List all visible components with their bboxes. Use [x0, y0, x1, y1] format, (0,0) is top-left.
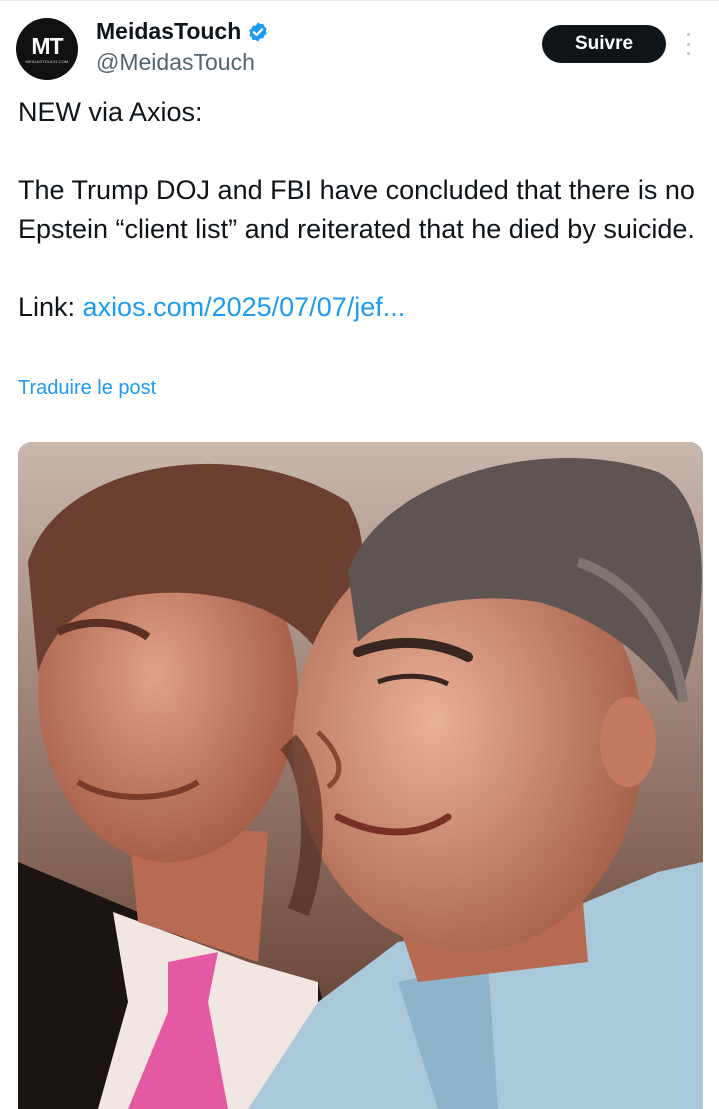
- follow-button[interactable]: Suivre: [542, 25, 666, 63]
- author-handle[interactable]: @MeidasTouch: [96, 49, 255, 76]
- author-name-row: MeidasTouch: [96, 18, 269, 45]
- tweet-line-body: The Trump DOJ and FBI have concluded tha…: [18, 175, 695, 244]
- author-display-name[interactable]: MeidasTouch: [96, 18, 241, 45]
- avatar-monogram: MT: [31, 32, 63, 59]
- media-photo: [18, 442, 703, 1109]
- avatar-subtext: MEIDASTOUCH.COM: [25, 58, 69, 64]
- tweet-line-intro: NEW via Axios:: [18, 97, 203, 127]
- avatar[interactable]: MT MEIDASTOUCH.COM: [16, 18, 78, 80]
- link-prefix: Link:: [18, 292, 83, 322]
- tweet-link-line: Link: axios.com/2025/07/07/jef...: [18, 288, 708, 327]
- top-divider: [0, 0, 719, 1]
- tweet-text: NEW via Axios: The Trump DOJ and FBI hav…: [18, 93, 708, 327]
- more-vertical-icon[interactable]: [684, 33, 692, 55]
- tweet-link[interactable]: axios.com/2025/07/07/jef...: [83, 292, 406, 322]
- verified-badge-icon: [249, 21, 267, 42]
- tweet-media-image[interactable]: [18, 442, 703, 1109]
- translate-post-link[interactable]: Traduire le post: [18, 377, 156, 400]
